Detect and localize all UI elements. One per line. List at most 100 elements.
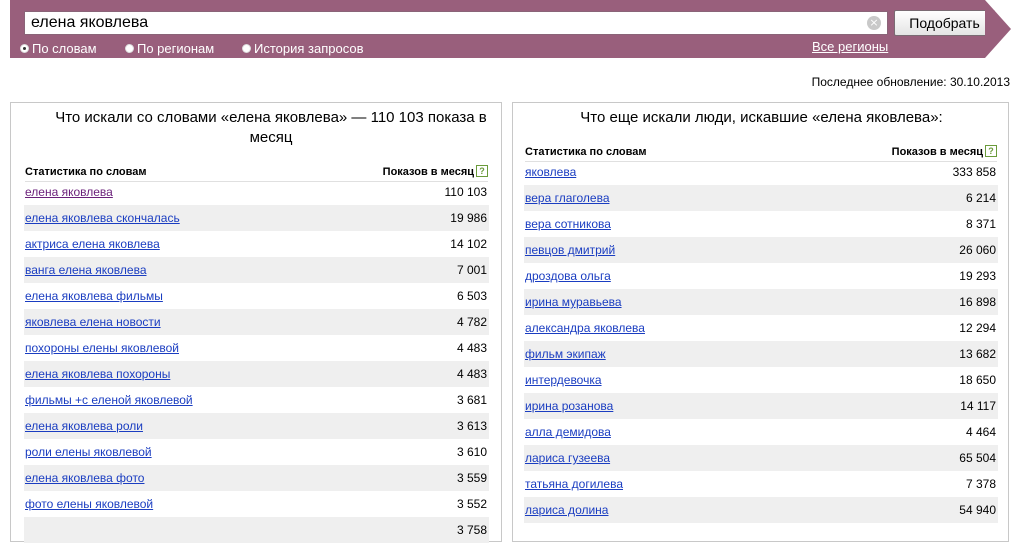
table-row: ирина муравьева 16 898	[524, 289, 998, 315]
count: 26 060	[959, 243, 996, 257]
keyword-link[interactable]: ванга елена яковлева	[25, 263, 147, 277]
table-row: ирина розанова 14 117	[524, 393, 998, 419]
last-update: Последнее обновление: 30.10.2013	[811, 75, 1010, 89]
count: 65 504	[959, 451, 996, 465]
mode-label: По словам	[32, 40, 97, 56]
keyword-link[interactable]: лариса долина	[525, 503, 608, 517]
table-row: фильмы +с еленой яковлевой 3 681	[24, 387, 489, 413]
table-row: интердевочка 18 650	[524, 367, 998, 393]
all-regions-link[interactable]: Все регионы	[812, 39, 888, 54]
table-row: елена яковлева скончалась 19 986	[24, 205, 489, 231]
col-keyword: Статистика по словам	[525, 146, 647, 158]
keyword-link[interactable]: елена яковлева скончалась	[25, 211, 180, 225]
keyword-link[interactable]: александра яковлева	[525, 321, 645, 335]
radio-icon	[125, 43, 134, 53]
search-bar: × Подобрать По словам По регионам Истори…	[10, 0, 995, 58]
keyword-link[interactable]: елена яковлева	[25, 185, 113, 199]
table-row: фото елены яковлевой 3 552	[24, 491, 489, 517]
keyword-link[interactable]: елена яковлева похороны	[25, 367, 170, 381]
table-row: татьяна догилева 7 378	[524, 471, 998, 497]
count: 4 464	[965, 425, 996, 439]
keyword-link[interactable]: яковлева	[525, 165, 576, 179]
table-row: елена яковлева 110 103	[24, 179, 489, 205]
count: 110 103	[444, 185, 488, 199]
keyword-link[interactable]: алла демидова	[525, 425, 611, 439]
clear-icon[interactable]: ×	[867, 16, 881, 30]
keyword-link[interactable]: роли елены яковлевой	[25, 445, 152, 459]
help-icon[interactable]: ?	[476, 165, 488, 177]
related-list: яковлева 333 858 вера глаголева 6 214 вера…	[524, 159, 998, 523]
count: 6 214	[965, 191, 996, 205]
count: 3 681	[456, 393, 487, 407]
table-row: елена яковлева фильмы 6 503	[24, 283, 489, 309]
keyword-link[interactable]: елена яковлева фото	[25, 471, 144, 485]
mode-label: По регионам	[137, 40, 215, 56]
keyword-link[interactable]: интердевочка	[525, 373, 602, 387]
count: 4 483	[456, 367, 487, 381]
left-panel: Что искали со словами «елена яковлева» —…	[10, 102, 502, 543]
table-row: елена яковлева похороны 4 483	[24, 361, 489, 387]
col-keyword: Статистика по словам	[25, 166, 147, 178]
count: 4 483	[456, 341, 487, 355]
help-icon[interactable]: ?	[985, 145, 997, 157]
keyword-link[interactable]: яковлева елена новости	[25, 315, 161, 329]
table-row: вера глаголева 6 214	[524, 185, 998, 211]
mode-by-words[interactable]: По словам	[20, 40, 97, 56]
right-panel: Что еще искали люди, искавшие «елена яко…	[512, 102, 1009, 542]
table-row: фильм экипаж 13 682	[524, 341, 998, 367]
count: 12 294	[959, 321, 996, 335]
count: 3 559	[456, 471, 487, 485]
col-count: Показов в месяц	[382, 166, 474, 178]
count: 7 001	[456, 263, 487, 277]
count: 13 682	[959, 347, 996, 361]
count: 16 898	[959, 295, 996, 309]
table-row: елена яковлева роли 3 613	[24, 413, 489, 439]
keyword-link[interactable]: татьяна догилева	[525, 477, 623, 491]
table-row: елена яковлева фото 3 559	[24, 465, 489, 491]
count: 7 378	[965, 477, 996, 491]
mode-history[interactable]: История запросов	[242, 40, 364, 56]
radio-icon	[20, 43, 29, 53]
table-row: актриса елена яковлева 14 102	[24, 231, 489, 257]
panel-title: Что еще искали люди, искавшие «елена яко…	[580, 109, 943, 126]
search-bar-arrow	[985, 0, 1011, 58]
keyword-link[interactable]: лариса гузеева	[525, 451, 610, 465]
count: 14 102	[450, 237, 487, 251]
table-row: похороны елены яковлевой 4 483	[24, 335, 489, 361]
table-row: алла демидова 4 464	[524, 419, 998, 445]
count: 19 293	[959, 269, 996, 283]
mode-by-regions[interactable]: По регионам	[125, 40, 214, 56]
keyword-link[interactable]: фильм экипаж	[525, 347, 606, 361]
radio-icon	[242, 43, 251, 53]
table-row: 3 758	[24, 517, 489, 543]
keyword-link[interactable]: дроздова ольга	[525, 269, 611, 283]
table-row: александра яковлева 12 294	[524, 315, 998, 341]
count: 3 552	[456, 497, 487, 511]
keyword-link[interactable]: елена яковлева фильмы	[25, 289, 163, 303]
keyword-link[interactable]: ирина муравьева	[525, 295, 622, 309]
submit-button[interactable]: Подобрать	[894, 10, 995, 36]
keyword-link[interactable]: актриса елена яковлева	[25, 237, 160, 251]
keyword-link[interactable]: похороны елены яковлевой	[25, 341, 179, 355]
table-row: вера сотникова 8 371	[524, 211, 998, 237]
table-row: яковлева елена новости 4 782	[24, 309, 489, 335]
count: 19 986	[450, 211, 487, 225]
search-input[interactable]	[24, 11, 888, 35]
keyword-link[interactable]: фото елены яковлевой	[25, 497, 153, 511]
keyword-list: елена яковлева 110 103 елена яковлева ско…	[24, 179, 489, 543]
count: 4 782	[456, 315, 487, 329]
keyword-link[interactable]: ирина розанова	[525, 399, 613, 413]
keyword-link[interactable]: певцов дмитрий	[525, 243, 615, 257]
table-row: певцов дмитрий 26 060	[524, 237, 998, 263]
mode-label: История запросов	[254, 40, 364, 56]
count: 14 117	[960, 399, 996, 413]
keyword-link[interactable]: вера сотникова	[525, 217, 611, 231]
panel-title: Что искали со словами «елена яковлева» —…	[55, 109, 487, 146]
keyword-link[interactable]: вера глаголева	[525, 191, 610, 205]
count: 54 940	[959, 503, 996, 517]
keyword-link[interactable]: елена яковлева роли	[25, 419, 143, 433]
count: 3 758	[456, 523, 487, 537]
keyword-link[interactable]: фильмы +с еленой яковлевой	[25, 393, 193, 407]
count: 3 610	[456, 445, 487, 459]
table-row: роли елены яковлевой 3 610	[24, 439, 489, 465]
